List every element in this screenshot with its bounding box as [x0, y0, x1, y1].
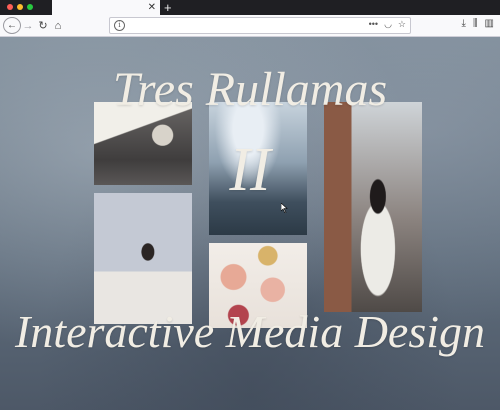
- new-tab-button[interactable]: +: [164, 0, 172, 15]
- photo-woman-sitting-wall[interactable]: [324, 102, 422, 312]
- close-window-button[interactable]: [7, 4, 13, 10]
- home-icon[interactable]: ⌂: [51, 17, 65, 34]
- photo-woman-rooftop[interactable]: [94, 193, 192, 324]
- url-bar[interactable]: i ••• ◡ ☆: [109, 17, 411, 34]
- page-subtitle: Interactive Media Design: [14, 306, 486, 357]
- reload-icon[interactable]: ↻: [36, 17, 50, 34]
- navigation-bar: ← → ↻ ⌂ i ••• ◡ ☆ ⤓ ⫼ ▥: [0, 15, 500, 37]
- maximize-window-button[interactable]: [27, 4, 33, 10]
- close-tab-icon[interactable]: ✕: [148, 1, 156, 14]
- download-icon[interactable]: ⤓: [462, 18, 466, 29]
- library-icon[interactable]: ⫼: [473, 18, 478, 29]
- info-icon[interactable]: i: [114, 20, 125, 31]
- page-canvas: Tres Rullamas II Interactive Media Desig…: [0, 37, 500, 410]
- page-title: Tres Rullamas: [112, 63, 388, 116]
- more-icon[interactable]: •••: [369, 19, 378, 30]
- sidebar-icon[interactable]: ▥: [485, 18, 494, 29]
- browser-tab[interactable]: ✕: [52, 0, 160, 15]
- title-numeral: II: [229, 136, 271, 204]
- mouse-cursor-icon: [281, 203, 288, 213]
- bookmark-star-icon[interactable]: ☆: [398, 19, 406, 30]
- minimize-window-button[interactable]: [17, 4, 23, 10]
- back-arrow-icon[interactable]: ←: [3, 17, 21, 34]
- forward-arrow-icon[interactable]: →: [21, 17, 35, 34]
- tab-bar: ✕ +: [0, 0, 500, 15]
- pocket-icon[interactable]: ◡: [384, 19, 392, 30]
